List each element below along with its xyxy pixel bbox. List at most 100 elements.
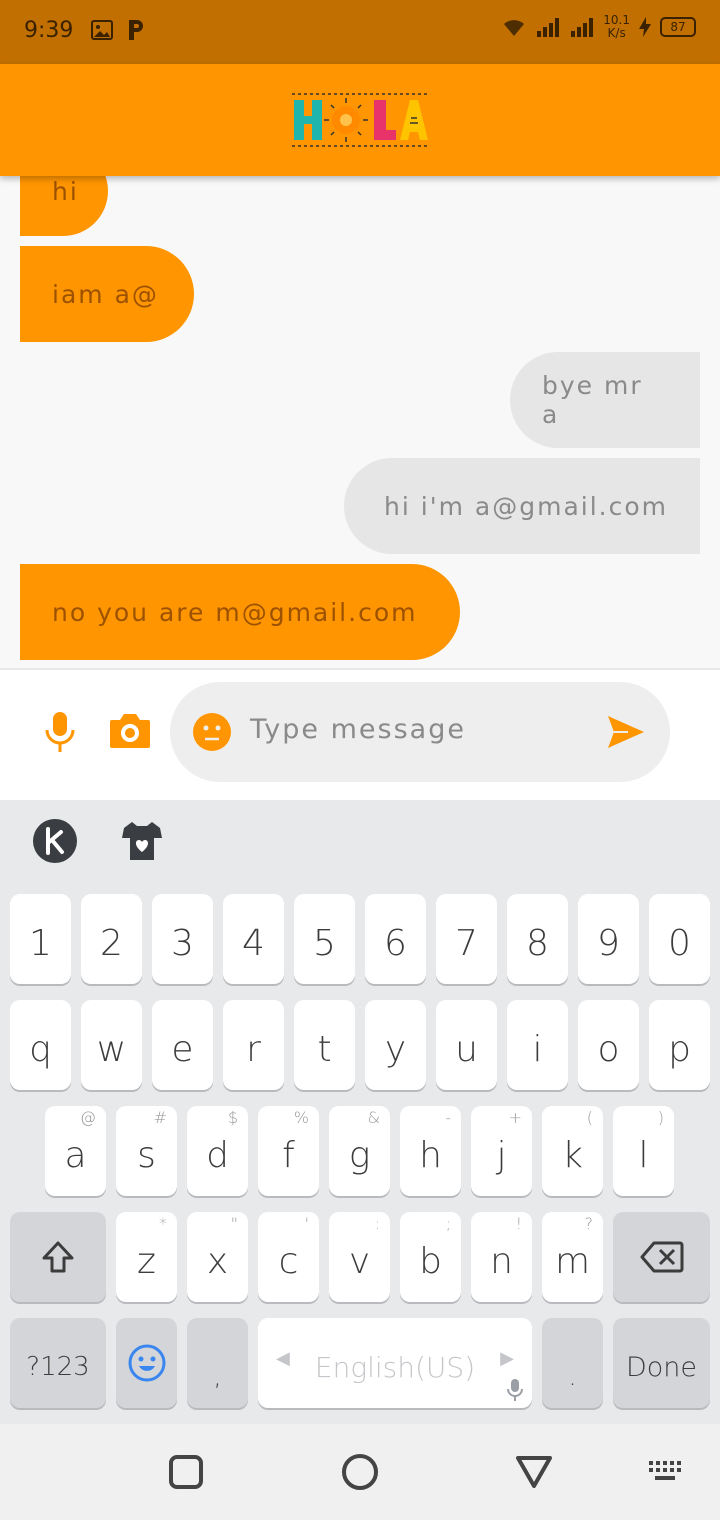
message-bubble-incoming[interactable]: hi — [20, 176, 108, 236]
key-label: g — [348, 1134, 371, 1176]
microphone-icon[interactable] — [42, 710, 78, 754]
key-c[interactable]: ' c — [258, 1212, 319, 1302]
shift-icon — [42, 1241, 74, 1273]
key-9[interactable]: 9 — [578, 894, 639, 984]
status-time: 9:39 — [24, 18, 74, 43]
key-hint: ; — [445, 1214, 451, 1233]
message-bubble-incoming[interactable]: iam a@ — [20, 246, 194, 342]
key-r[interactable]: r — [223, 1000, 284, 1090]
key-g[interactable]: & g — [329, 1106, 390, 1196]
key-z[interactable]: * z — [116, 1212, 177, 1302]
chat-area[interactable]: hi iam a@ bye mr a hi i'm a@gmail.com no… — [0, 176, 720, 668]
shift-key[interactable] — [10, 1212, 106, 1302]
message-text: no you are m@gmail.com — [52, 597, 418, 627]
message-text: hi i'm a@gmail.com — [384, 491, 668, 521]
emoji-keyboard-icon — [128, 1344, 165, 1382]
key-label: 5 — [313, 922, 336, 964]
battery-indicator: 87 — [660, 17, 696, 37]
key-label: y — [384, 1028, 407, 1070]
key-hint: + — [508, 1108, 522, 1127]
recent-apps-icon[interactable] — [168, 1454, 204, 1490]
key-label: 7 — [455, 922, 478, 964]
message-text: iam a@ — [52, 279, 159, 309]
kika-logo-icon[interactable] — [32, 818, 78, 864]
message-placeholder: Type message — [250, 714, 466, 745]
key-label: t — [317, 1028, 332, 1070]
net-speed-unit: K/s — [607, 26, 626, 40]
back-icon[interactable] — [514, 1454, 554, 1490]
key-q[interactable]: q — [10, 1000, 71, 1090]
key-e[interactable]: e — [152, 1000, 213, 1090]
key-label: , — [213, 1362, 222, 1392]
key-h[interactable]: -h — [400, 1106, 461, 1196]
key-7[interactable]: 7 — [436, 894, 497, 984]
key-1[interactable]: 1 — [10, 894, 71, 984]
key-label: 9 — [597, 922, 620, 964]
period-key[interactable]: . — [542, 1318, 603, 1408]
message-bubble-incoming[interactable]: no you are m@gmail.com — [20, 564, 460, 660]
key-l[interactable]: ) l — [613, 1106, 674, 1196]
key-x[interactable]: " x — [187, 1212, 248, 1302]
emoji-key[interactable] — [116, 1318, 177, 1408]
key-label: v — [348, 1240, 371, 1282]
send-icon[interactable] — [606, 714, 646, 750]
theme-shirt-icon[interactable] — [120, 820, 164, 862]
hola-logo — [292, 93, 428, 147]
key-w[interactable]: w — [81, 1000, 142, 1090]
key-p[interactable]: p — [649, 1000, 710, 1090]
key-m[interactable]: ? m — [542, 1212, 603, 1302]
space-language-label: English(US) — [314, 1350, 476, 1384]
key-j[interactable]: + j — [471, 1106, 532, 1196]
key-u[interactable]: u — [436, 1000, 497, 1090]
key-label: w — [96, 1028, 127, 1070]
key-v[interactable]: :v — [329, 1212, 390, 1302]
comma-key[interactable]: , — [187, 1318, 248, 1408]
key-n[interactable]: ! n — [471, 1212, 532, 1302]
home-icon[interactable] — [340, 1452, 380, 1492]
key-i[interactable]: i — [507, 1000, 568, 1090]
key-b[interactable]: ; b — [400, 1212, 461, 1302]
key-d[interactable]: $ d — [187, 1106, 248, 1196]
key-o[interactable]: o — [578, 1000, 639, 1090]
key-label: z — [137, 1240, 156, 1282]
key-3[interactable]: 3 — [152, 894, 213, 984]
emoji-icon[interactable] — [192, 712, 232, 752]
key-6[interactable]: 6 — [365, 894, 426, 984]
key-k[interactable]: (k — [542, 1106, 603, 1196]
key-hint: - — [445, 1108, 451, 1127]
key-a[interactable]: @ a — [45, 1106, 106, 1196]
key-label: 2 — [100, 922, 123, 964]
space-key[interactable]: ◀ English(US) ▶ — [258, 1318, 532, 1408]
key-2[interactable]: 2 — [81, 894, 142, 984]
key-f[interactable]: % f — [258, 1106, 319, 1196]
key-label: 4 — [242, 922, 265, 964]
signal-icon — [537, 18, 560, 37]
key-5[interactable]: 5 — [294, 894, 355, 984]
key-label: 3 — [171, 922, 194, 964]
net-speed: 10.1 K/s — [603, 14, 630, 40]
message-bubble-outgoing[interactable]: hi i'm a@gmail.com — [344, 458, 700, 554]
key-label: x — [206, 1240, 229, 1282]
key-8[interactable]: 8 — [507, 894, 568, 984]
key-label: 6 — [384, 922, 407, 964]
key-y[interactable]: y — [365, 1000, 426, 1090]
keyboard-toolbar — [0, 800, 720, 886]
key-hint: $ — [227, 1108, 238, 1127]
key-4[interactable]: 4 — [223, 894, 284, 984]
key-hint: : — [374, 1214, 380, 1233]
message-input[interactable]: Type message — [170, 682, 670, 782]
message-bubble-outgoing[interactable]: bye mr a — [510, 352, 700, 448]
camera-icon[interactable] — [108, 710, 152, 750]
key-0[interactable]: 0 — [649, 894, 710, 984]
key-s[interactable]: # s — [116, 1106, 177, 1196]
key-label: o — [597, 1028, 620, 1070]
key-hint: ? — [584, 1214, 594, 1233]
charging-icon — [639, 17, 651, 37]
status-left-icons — [90, 18, 148, 42]
done-key[interactable]: Done — [613, 1318, 710, 1408]
symbols-key[interactable]: ?123 — [10, 1318, 106, 1408]
keyboard-switch-icon[interactable] — [648, 1460, 682, 1482]
backspace-key[interactable] — [613, 1212, 710, 1302]
key-t[interactable]: t — [294, 1000, 355, 1090]
signal-icon-2 — [571, 18, 594, 37]
